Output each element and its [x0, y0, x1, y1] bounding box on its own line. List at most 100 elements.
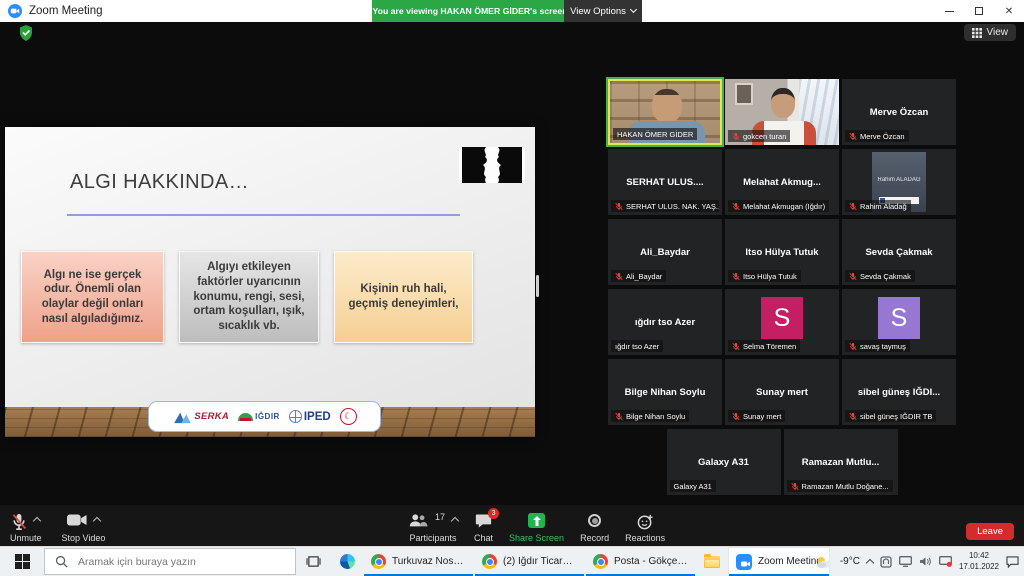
reactions-button[interactable]: Reactions [625, 513, 665, 543]
slide-divider [67, 214, 460, 216]
muted-mic-icon [849, 202, 857, 211]
taskbar-app-edge-0[interactable] [332, 547, 363, 576]
action-center-icon[interactable] [1006, 556, 1019, 568]
tray-app-icon[interactable] [880, 556, 892, 568]
windows-taskbar: Turkuvaz Nostalji - ... (2) Iğdır Ticaret… [0, 546, 1024, 576]
participant-tile[interactable]: Galaxy A31Galaxy A31 [667, 429, 781, 495]
participant-tile[interactable]: Ali_BaydarAli_Baydar [608, 219, 722, 285]
screen-share-tray-icon[interactable] [939, 556, 952, 567]
participant-tile[interactable]: Bilge Nihan SoyluBilge Nihan Soylu [608, 359, 722, 425]
chat-badge: 3 [488, 508, 499, 519]
chat-button[interactable]: 3 Chat [474, 513, 493, 543]
iped-logo-text: IPED [304, 411, 331, 423]
participant-label: Rahim Aladağ [845, 200, 911, 212]
chevron-down-icon [630, 6, 637, 13]
igdir-logo-text: IĞDIR [255, 412, 280, 421]
taskbar-app-explorer-4[interactable] [696, 547, 728, 576]
maximize-button[interactable] [964, 0, 994, 22]
start-button[interactable] [0, 547, 44, 576]
taskbar-app-label: Turkuvaz Nostalji - ... [392, 556, 466, 567]
participants-button[interactable]: 17 Participants [408, 513, 458, 543]
participant-label: Itso Hülya Tutuk [728, 270, 801, 282]
grid-icon [972, 28, 982, 38]
display-icon[interactable] [899, 556, 912, 567]
taskbar-app-chrome-1[interactable]: Turkuvaz Nostalji - ... [363, 547, 474, 576]
participant-avatar: S [878, 297, 920, 339]
chrome-icon [482, 554, 497, 569]
weather-icon [815, 555, 833, 569]
reactions-label: Reactions [625, 533, 665, 543]
tray-date: 17.01.2022 [959, 562, 999, 572]
minimize-button[interactable] [934, 0, 964, 22]
participant-label: HAKAN ÖMER GİDER [613, 128, 697, 140]
participant-tile[interactable]: Ramazan Mutlu...Ramazan Mutlu Doğane... [784, 429, 898, 495]
slide-box-2: Algıyı etkileyen faktörler uyarıcının ko… [179, 251, 319, 343]
participant-tile[interactable]: HAKAN ÖMER GİDER [608, 79, 722, 145]
view-options-label: View Options [570, 6, 626, 17]
slide-box-1-text: Algı ne ise gerçek odur. Önemli olan ola… [29, 268, 156, 327]
muted-mic-icon [849, 132, 857, 141]
view-options-button[interactable]: View Options [564, 0, 642, 22]
participant-tile[interactable]: Itso Hülya TutukItso Hülya Tutuk [725, 219, 839, 285]
muted-mic-icon [849, 412, 857, 421]
share-banner-text: You are viewing HAKAN ÖMER GİDER's scree… [373, 6, 565, 16]
participant-tile[interactable]: ığdır tso Azerığdır tso Azer [608, 289, 722, 355]
leave-button[interactable]: Leave [966, 523, 1014, 540]
participant-tile[interactable]: sibel güneş IĞDI...sibel güneş IĞDIR TB [842, 359, 956, 425]
participants-count: 17 [435, 512, 445, 522]
taskbar-clock[interactable]: 10:42 17.01.2022 [959, 551, 999, 572]
camera-icon [67, 513, 87, 527]
participant-label: savaş taymuş [845, 340, 910, 352]
taskbar-search[interactable] [44, 548, 296, 575]
participants-icon [408, 513, 428, 528]
muted-mic-icon [732, 342, 740, 351]
participant-tile[interactable]: Merve ÖzcanMerve Özcan [842, 79, 956, 145]
participant-tile[interactable]: Rahim ALADAĞRahim Aladağ [842, 149, 956, 215]
muted-mic-icon [732, 132, 740, 141]
task-view-button[interactable] [296, 547, 330, 576]
stop-video-label: Stop Video [62, 533, 106, 543]
participant-label: Merve Özcan [845, 130, 909, 142]
tray-expand-chevron[interactable] [866, 559, 874, 567]
participant-tile[interactable]: Sunay mertSunay mert [725, 359, 839, 425]
participant-tile[interactable]: SERHAT ULUS....SERHAT ULUS. NAK. YAŞ... [608, 149, 722, 215]
security-shield-icon[interactable] [19, 25, 33, 46]
zoom-taskbar-icon [736, 554, 752, 570]
volume-icon[interactable] [919, 556, 932, 567]
turkey-emblem-logo: ☾ [340, 408, 357, 425]
shared-screen-slide: ALGI HAKKINDA… Algı ne ise gerçek odur. … [5, 127, 535, 437]
share-screen-button[interactable]: Share Screen [509, 513, 564, 543]
participant-label: Ramazan Mutlu Doğane... [787, 480, 893, 492]
taskbar-app-chrome-3[interactable]: Posta - Gökçen BA... [585, 547, 696, 576]
participant-tile[interactable]: Melahat Akmug...Melahat Akmugan (Iğdır) [725, 149, 839, 215]
chrome-icon [593, 554, 608, 569]
participants-chevron[interactable] [451, 517, 459, 525]
iped-logo: IPED [289, 410, 331, 423]
participant-tile[interactable]: Ssavaş taymuş [842, 289, 956, 355]
close-button[interactable]: ✕ [994, 0, 1024, 22]
taskbar-app-chrome-2[interactable]: (2) Iğdır Ticaret ve S... [474, 547, 585, 576]
scrollbar-thumb[interactable] [536, 275, 539, 297]
search-input[interactable] [76, 555, 266, 569]
participant-label: Sevda Çakmak [845, 270, 915, 282]
slide-title: ALGI HAKKINDA… [70, 171, 249, 194]
task-view-icon [306, 555, 321, 568]
video-options-chevron[interactable] [93, 517, 101, 525]
share-screen-label: Share Screen [509, 533, 564, 543]
muted-mic-icon [615, 272, 623, 281]
participant-tile[interactable]: SSelma Töremen [725, 289, 839, 355]
participant-tile[interactable]: Sevda ÇakmakSevda Çakmak [842, 219, 956, 285]
participants-label: Participants [409, 533, 456, 543]
muted-mic-icon [732, 202, 740, 211]
stop-video-button[interactable]: Stop Video [62, 513, 106, 543]
system-tray: -9°C 10:42 17.01.2022 [815, 547, 1024, 576]
serka-logo: SERKA [172, 410, 229, 424]
participant-tile[interactable]: gokcen turan [725, 79, 839, 145]
muted-mic-icon [732, 272, 740, 281]
window-title: Zoom Meeting [29, 5, 103, 17]
unmute-options-chevron[interactable] [33, 517, 41, 525]
muted-mic-icon [849, 342, 857, 351]
unmute-button[interactable]: Unmute [10, 513, 42, 543]
view-button[interactable]: View [964, 24, 1017, 41]
record-button[interactable]: Record [580, 513, 609, 543]
